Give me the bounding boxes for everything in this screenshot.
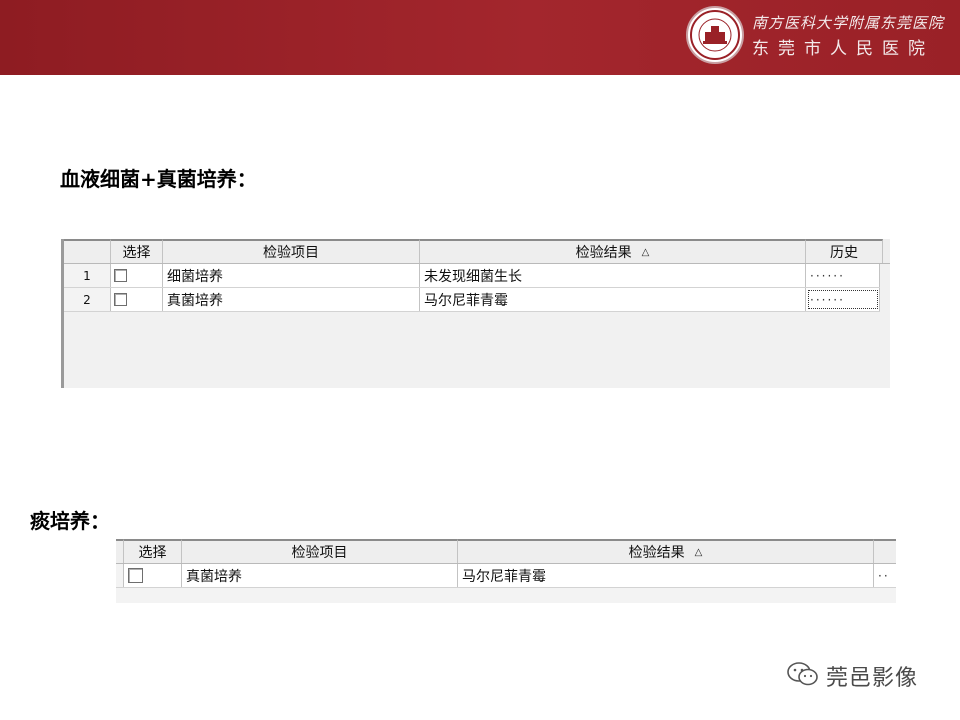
column-header-index bbox=[116, 539, 124, 563]
grid-header-row: 选择 检验项目 检验结果 △ 历史 bbox=[64, 239, 890, 264]
column-header-index bbox=[64, 239, 111, 263]
watermark-text: 莞邑影像 bbox=[826, 666, 919, 691]
select-cell bbox=[124, 564, 182, 587]
watermark: 莞邑影像 bbox=[786, 660, 918, 692]
grid-header-row: 选择 检验项目 检验结果 △ bbox=[116, 539, 896, 564]
section-title-sputum-culture: 痰培养： bbox=[30, 509, 110, 533]
column-header-test-item[interactable]: 检验项目 bbox=[182, 539, 458, 563]
test-result-cell: 未发现细菌生长 bbox=[420, 264, 806, 287]
column-header-history[interactable] bbox=[874, 539, 896, 563]
test-item-cell: 真菌培养 bbox=[163, 288, 420, 311]
history-cell[interactable]: ······ bbox=[806, 264, 880, 287]
test-item-cell: 真菌培养 bbox=[182, 564, 458, 587]
sort-ascending-icon[interactable]: △ bbox=[695, 547, 703, 558]
history-ellipsis: ·· bbox=[878, 568, 890, 583]
sputum-culture-grid: 选择 检验项目 检验结果 △ 真菌培养 马尔尼菲青霉 ·· bbox=[116, 539, 896, 603]
hospital-name-line2: 东莞市人民医院 bbox=[752, 39, 934, 59]
section-title-blood-culture: 血液细菌+真菌培养： bbox=[60, 167, 257, 191]
column-header-test-item[interactable]: 检验项目 bbox=[163, 239, 420, 263]
test-item-cell: 细菌培养 bbox=[163, 264, 420, 287]
select-cell bbox=[111, 264, 163, 287]
table-row[interactable]: 1 细菌培养 未发现细菌生长 ······ bbox=[64, 264, 880, 288]
hospital-seal-icon bbox=[686, 6, 744, 64]
test-result-cell: 马尔尼菲青霉 bbox=[420, 288, 806, 311]
sort-ascending-icon[interactable]: △ bbox=[642, 247, 650, 258]
row-number: 2 bbox=[64, 288, 111, 311]
row-number: 1 bbox=[64, 264, 111, 287]
select-checkbox[interactable] bbox=[128, 568, 143, 583]
header-band: 南方医科大学附属东莞医院 东莞市人民医院 bbox=[0, 0, 960, 75]
column-header-select[interactable]: 选择 bbox=[111, 239, 163, 263]
column-header-test-result[interactable]: 检验结果 △ bbox=[420, 239, 806, 263]
history-ellipsis: ······ bbox=[810, 268, 845, 283]
column-header-test-result[interactable]: 检验结果 △ bbox=[458, 539, 874, 563]
column-header-test-result-label: 检验结果 bbox=[575, 245, 632, 261]
select-checkbox[interactable] bbox=[114, 269, 127, 282]
table-row[interactable]: 真菌培养 马尔尼菲青霉 ·· bbox=[116, 564, 896, 588]
row-number bbox=[116, 564, 124, 587]
select-cell bbox=[111, 288, 163, 311]
select-checkbox[interactable] bbox=[114, 293, 127, 306]
blood-culture-grid: 选择 检验项目 检验结果 △ 历史 1 细菌培养 未发现细菌生长 ······ … bbox=[61, 239, 890, 388]
history-ellipsis: ······ bbox=[810, 292, 845, 307]
table-row[interactable]: 2 真菌培养 马尔尼菲青霉 ······ bbox=[64, 288, 880, 312]
column-header-select[interactable]: 选择 bbox=[124, 539, 182, 563]
wechat-icon bbox=[786, 660, 820, 692]
test-result-cell: 马尔尼菲青霉 bbox=[458, 564, 874, 587]
history-cell[interactable]: ·· bbox=[874, 564, 896, 587]
hospital-name-line1: 南方医科大学附属东莞医院 bbox=[752, 14, 945, 32]
column-header-test-result-label: 检验结果 bbox=[628, 545, 685, 561]
column-header-history[interactable]: 历史 bbox=[806, 239, 883, 263]
history-cell[interactable]: ······ bbox=[806, 288, 880, 311]
